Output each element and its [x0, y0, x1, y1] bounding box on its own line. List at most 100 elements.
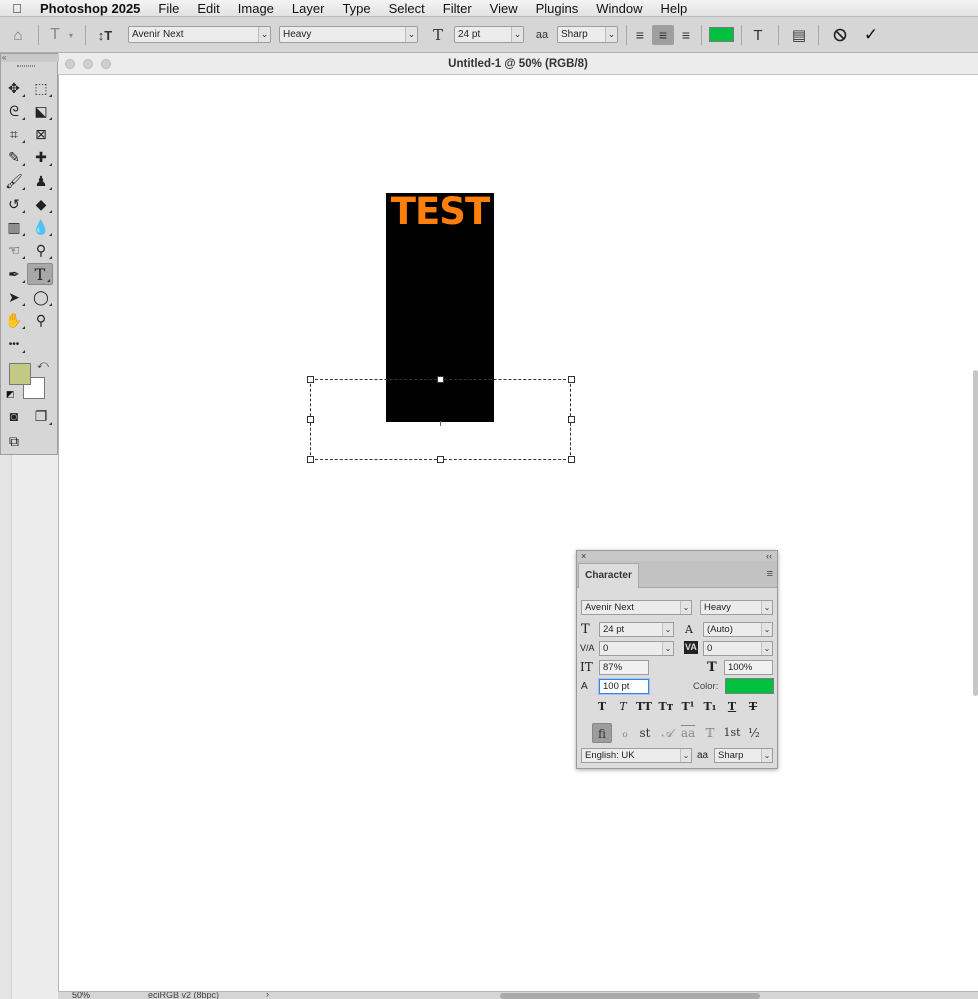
- antialias-dropdown[interactable]: Sharp ⌄: [557, 26, 618, 43]
- faux-italic-button[interactable]: T: [613, 699, 633, 715]
- all-caps-button[interactable]: TT: [634, 699, 654, 715]
- font-size-dropdown[interactable]: 24 pt ⌄: [454, 26, 524, 43]
- stylistic-alternates-button[interactable]: aa: [678, 723, 698, 743]
- path-select-tool-icon[interactable]: ➤: [1, 286, 27, 308]
- left-scrollbar[interactable]: [0, 455, 12, 999]
- character-color-swatch[interactable]: [725, 678, 774, 694]
- move-tool-icon[interactable]: ✥: [1, 77, 27, 99]
- menu-type[interactable]: Type: [333, 0, 379, 17]
- leading-field[interactable]: (Auto) ⌄: [703, 622, 773, 637]
- eyedropper-tool-icon[interactable]: ✎: [1, 146, 27, 168]
- eraser-tool-icon[interactable]: ◆: [28, 193, 54, 215]
- fractions-button[interactable]: ½: [744, 723, 764, 743]
- vertical-scale-field[interactable]: 87%: [599, 660, 649, 675]
- menu-file[interactable]: File: [149, 0, 188, 17]
- warp-text-icon[interactable]: T: [747, 17, 769, 53]
- clone-stamp-tool-icon[interactable]: ♟: [28, 170, 54, 192]
- titling-alternates-button[interactable]: 𝕋: [700, 723, 720, 743]
- menu-plugins[interactable]: Plugins: [527, 0, 588, 17]
- small-caps-button[interactable]: Tт: [656, 699, 676, 715]
- foreground-color-swatch[interactable]: [9, 363, 31, 385]
- align-right-button[interactable]: ≡: [675, 25, 697, 45]
- subscript-button[interactable]: T₁: [700, 699, 720, 715]
- contextual-alternates-button[interactable]: ℴ: [615, 723, 635, 743]
- menu-view[interactable]: View: [481, 0, 527, 17]
- transform-handle[interactable]: [568, 416, 575, 423]
- ellipse-tool-icon[interactable]: ◯: [28, 286, 54, 308]
- marquee-tool-icon[interactable]: ⬚: [28, 77, 54, 99]
- transform-handle[interactable]: [437, 456, 444, 463]
- char-font-family-dropdown[interactable]: Avenir Next ⌄: [581, 600, 692, 615]
- char-font-size-field[interactable]: 24 pt ⌄: [599, 622, 674, 637]
- object-select-tool-icon[interactable]: ⬕: [28, 100, 54, 122]
- menu-help[interactable]: Help: [652, 0, 697, 17]
- close-icon[interactable]: ×: [581, 551, 586, 561]
- menu-layer[interactable]: Layer: [283, 0, 334, 17]
- brush-tool-icon[interactable]: 🖌: [1, 170, 27, 192]
- home-icon[interactable]: ⌂: [6, 17, 30, 53]
- text-orientation-icon[interactable]: ↕T: [94, 17, 116, 53]
- underline-button[interactable]: T: [722, 699, 742, 715]
- panel-grip[interactable]: [17, 65, 35, 67]
- menu-filter[interactable]: Filter: [434, 0, 481, 17]
- menu-edit[interactable]: Edit: [188, 0, 228, 17]
- canvas-text-layer[interactable]: TEST: [386, 190, 494, 234]
- font-family-dropdown[interactable]: Avenir Next ⌄: [128, 26, 271, 43]
- blur-tool-icon[interactable]: 💧: [28, 216, 54, 238]
- faux-bold-button[interactable]: T: [592, 699, 612, 715]
- text-bounding-box[interactable]: [310, 379, 571, 460]
- crop-tool-icon[interactable]: ⌗: [1, 123, 27, 145]
- character-panel-icon[interactable]: ▤: [788, 17, 810, 53]
- align-left-button[interactable]: ≡: [629, 25, 651, 45]
- language-dropdown[interactable]: English: UK ⌄: [581, 748, 692, 763]
- transform-handle[interactable]: [307, 416, 314, 423]
- more-tools-icon[interactable]: •••: [1, 333, 27, 355]
- collapse-icon[interactable]: ‹‹: [766, 551, 772, 561]
- discretionary-ligatures-button[interactable]: st: [635, 723, 655, 743]
- standard-ligatures-button[interactable]: fi: [592, 723, 612, 743]
- zoom-level[interactable]: 50%: [72, 992, 90, 999]
- healing-brush-tool-icon[interactable]: ✚: [28, 146, 54, 168]
- chevron-down-icon[interactable]: ▾: [65, 17, 77, 53]
- swash-button[interactable]: 𝒜: [657, 723, 677, 743]
- panel-header[interactable]: × ‹‹: [577, 551, 777, 561]
- char-antialias-dropdown[interactable]: Sharp ⌄: [714, 748, 773, 763]
- vertical-scroll-thumb[interactable]: [973, 370, 978, 696]
- horizontal-scroll-thumb[interactable]: [500, 993, 760, 999]
- transform-handle[interactable]: [568, 376, 575, 383]
- menu-window[interactable]: Window: [587, 0, 651, 17]
- strikethrough-button[interactable]: T: [743, 699, 763, 715]
- artboard-icon[interactable]: ⧉: [1, 430, 27, 452]
- transform-handle[interactable]: [307, 376, 314, 383]
- history-brush-tool-icon[interactable]: ↺: [1, 193, 27, 215]
- pen-tool-icon[interactable]: ✒: [1, 263, 27, 285]
- gradient-tool-icon[interactable]: ▥: [1, 216, 27, 238]
- kerning-field[interactable]: 0 ⌄: [599, 641, 674, 656]
- transform-handle[interactable]: [437, 376, 444, 383]
- hand-tool-icon[interactable]: ✋: [1, 309, 27, 331]
- transform-handle[interactable]: [568, 456, 575, 463]
- commit-edits-icon[interactable]: ✓: [860, 17, 882, 53]
- panel-menu-icon[interactable]: ≡: [767, 568, 773, 580]
- baseline-shift-field[interactable]: 100 pt: [599, 679, 649, 694]
- menu-image[interactable]: Image: [229, 0, 283, 17]
- menu-photoshop[interactable]: Photoshop 2025: [34, 0, 149, 17]
- ordinals-button[interactable]: 1st: [722, 723, 742, 743]
- quick-mask-icon[interactable]: ◙: [1, 405, 27, 427]
- default-colors-icon[interactable]: ◩: [6, 389, 15, 400]
- screen-mode-icon[interactable]: ❐: [28, 405, 54, 427]
- cancel-edits-icon[interactable]: [829, 17, 851, 53]
- horizontal-scale-field[interactable]: 100%: [724, 660, 773, 675]
- tracking-field[interactable]: 0 ⌄: [703, 641, 773, 656]
- tab-character[interactable]: Character: [578, 563, 639, 588]
- font-style-dropdown[interactable]: Heavy ⌄: [279, 26, 418, 43]
- align-center-button[interactable]: ≡: [652, 25, 674, 45]
- zoom-tool-icon[interactable]: ⚲: [28, 309, 54, 331]
- type-tool-preset-icon[interactable]: T: [44, 17, 66, 53]
- collapse-panel-icon[interactable]: «: [1, 54, 59, 62]
- swap-colors-icon[interactable]: ⤺: [37, 359, 49, 372]
- superscript-button[interactable]: T¹: [678, 699, 698, 715]
- dodge-tool-icon[interactable]: ⚲: [28, 239, 54, 261]
- transform-handle[interactable]: [307, 456, 314, 463]
- menu-select[interactable]: Select: [380, 0, 434, 17]
